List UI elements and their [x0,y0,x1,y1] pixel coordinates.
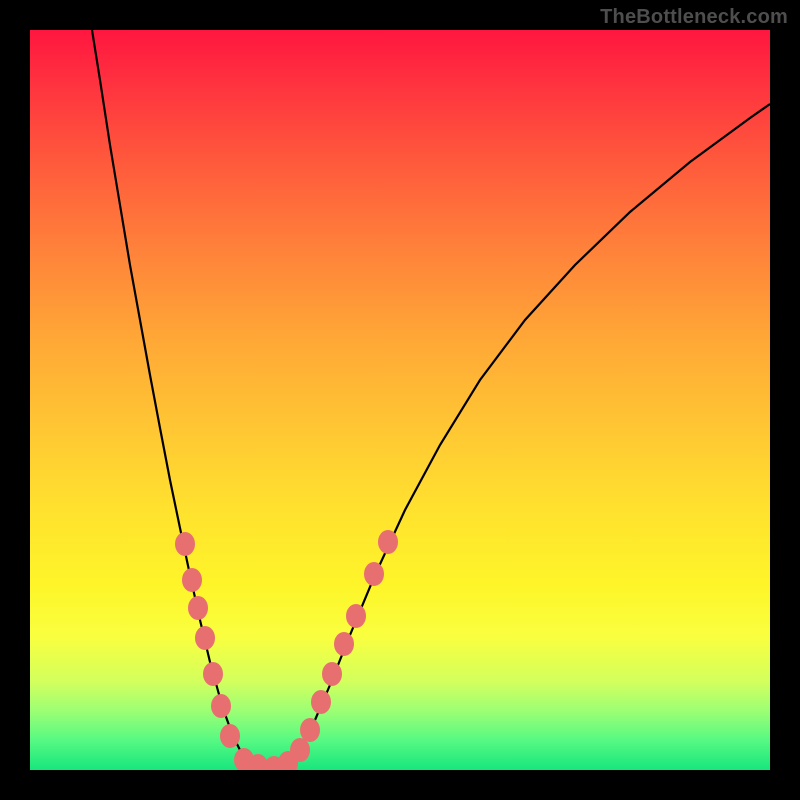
marker-dot [346,604,366,628]
marker-dot [188,596,208,620]
marker-dot [334,632,354,656]
marker-dot [195,626,215,650]
marker-dot [311,690,331,714]
curve-svg [30,30,770,770]
marker-dot [211,694,231,718]
marker-dot [300,718,320,742]
bottleneck-curve [92,30,770,768]
marker-dot [182,568,202,592]
marker-dot [220,724,240,748]
chart-frame: TheBottleneck.com [0,0,800,800]
marker-group [175,530,398,770]
marker-dot [175,532,195,556]
plot-area [30,30,770,770]
marker-dot [364,562,384,586]
marker-dot [378,530,398,554]
marker-dot [290,738,310,762]
marker-dot [322,662,342,686]
watermark-text: TheBottleneck.com [600,6,788,29]
marker-dot [203,662,223,686]
